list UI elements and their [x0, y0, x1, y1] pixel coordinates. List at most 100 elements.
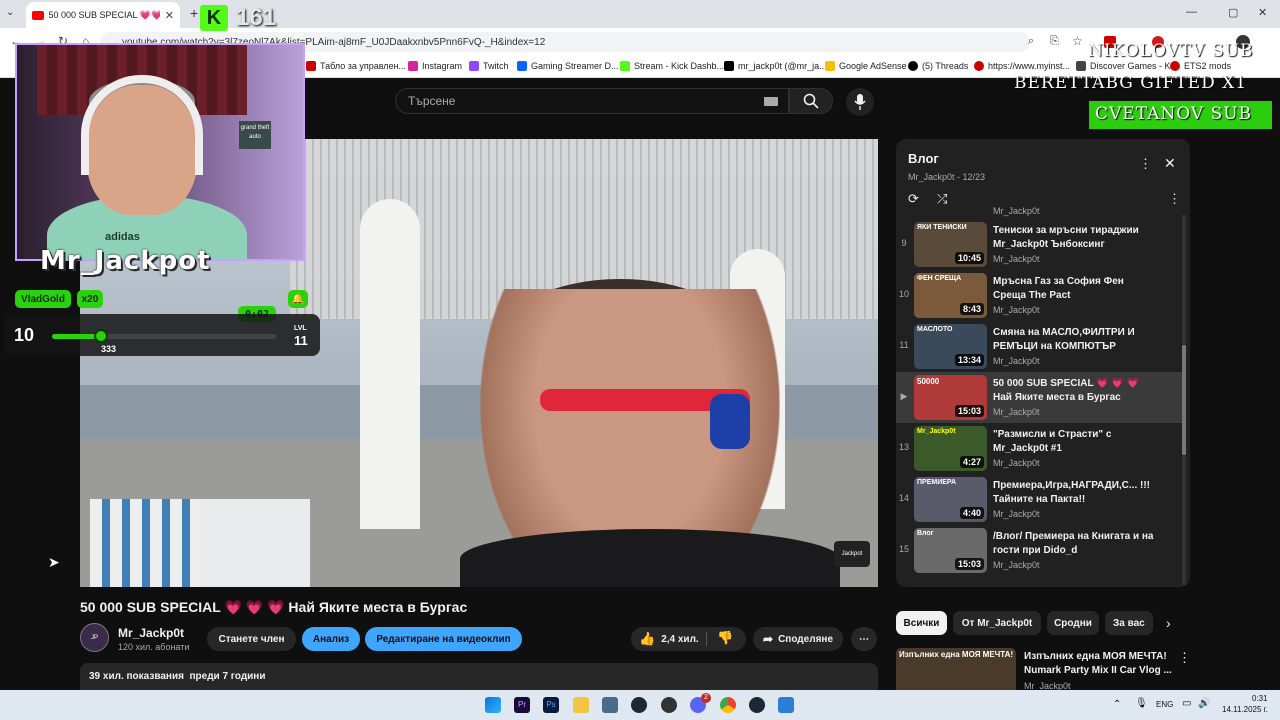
playlist-item-title[interactable]: /Влог/ Премиера на Книгата и на гости пр… — [993, 530, 1158, 558]
zoom-icon[interactable]: ⌕ — [1028, 35, 1034, 48]
playlist-item[interactable]: 13 Mr_Jackp0t 4:27 "Размисли и Страсти" с… — [896, 423, 1182, 474]
playlist-item-thumbnail[interactable]: Mr_Jackp0t 4:27 — [914, 426, 987, 471]
bookmark-star-icon[interactable]: ☆ — [1072, 34, 1083, 48]
analytics-button[interactable]: Анализ — [302, 627, 360, 651]
browser-tab[interactable]: 50 000 SUB SPECIAL 💗💗(🔊 ✕ — [26, 2, 180, 28]
alert-line-2: BERETTABG GIFTED X1 — [1014, 73, 1248, 93]
playlist-item-thumbnail[interactable]: Влог 15:03 — [914, 528, 987, 573]
photoshop-icon[interactable]: Ps — [543, 697, 559, 713]
loop-icon[interactable]: ⟳ — [908, 191, 919, 207]
minimize-window-button[interactable]: — — [1186, 6, 1197, 18]
bookmark-item[interactable]: Gaming Streamer D... — [517, 61, 619, 71]
channel-watermark[interactable]: Jackpot — [834, 541, 870, 567]
playlist-item-thumbnail[interactable]: ПРЕМИЕРА 4:40 — [914, 477, 987, 522]
tiktok-icon — [724, 61, 734, 71]
recommended-thumbnail[interactable]: Изпълних една МОЯ МЕЧТА! — [896, 648, 1016, 690]
calculator-icon[interactable] — [602, 697, 618, 713]
thumbnail-text: Mr_Jackp0t — [917, 428, 956, 435]
clock-date[interactable]: 14.11.2025 г. — [1222, 705, 1268, 714]
language-indicator[interactable]: ENG — [1156, 700, 1173, 709]
chip-all[interactable]: Всички — [896, 611, 947, 635]
dislike-icon[interactable]: 👎 — [717, 630, 733, 646]
more-actions-icon[interactable]: ⋯ — [851, 627, 877, 651]
clock-time[interactable]: 0:31 — [1252, 694, 1268, 703]
channel-avatar[interactable]: JP — [80, 623, 109, 652]
playlist-item-thumbnail[interactable]: ФЕН СРЕЩА 8:43 — [914, 273, 987, 318]
playlist-options-icon[interactable]: ⋮ — [1168, 191, 1181, 207]
voice-search-button[interactable] — [846, 88, 874, 116]
like-count[interactable]: 2,4 хил. — [661, 634, 699, 645]
playlist-scrollbar[interactable] — [1182, 215, 1186, 585]
close-tab-icon[interactable]: ✕ — [165, 9, 174, 22]
maximize-window-button[interactable]: ▢ — [1228, 6, 1238, 19]
chrome-icon[interactable] — [720, 697, 736, 713]
bookmark-item[interactable]: mr_jackp0t (@mr_ja... — [724, 61, 827, 71]
search-button[interactable] — [789, 88, 833, 114]
playlist-item-current[interactable]: ▶ 50000 15:03 50 000 SUB SPECIAL 💗 💗 💗 На… — [896, 372, 1182, 423]
playlist-item-title[interactable]: Премиера,Игра,НАГРАДИ,С... !!! Тайните н… — [993, 479, 1158, 507]
edit-video-button[interactable]: Редактиране на видеоклип — [365, 627, 522, 651]
channel-name[interactable]: Mr_Jackp0t — [118, 626, 184, 640]
tab-search-icon[interactable]: ⌄ — [6, 7, 14, 18]
chip-related[interactable]: Сродни — [1047, 611, 1099, 635]
volume-icon[interactable]: 🔊 — [1198, 698, 1210, 709]
youtube-favicon-icon — [32, 10, 44, 20]
playlist-item-title[interactable]: Мръсна Газ за София Фен Среща The Pact — [993, 275, 1158, 303]
steam-alt-icon[interactable] — [749, 697, 765, 713]
bookmark-item[interactable]: ETS2 mods — [1170, 61, 1231, 71]
chip-from-channel[interactable]: От Mr_Jackp0t — [953, 611, 1041, 635]
notepad-icon[interactable] — [778, 697, 794, 713]
playlist-item[interactable]: 10 ФЕН СРЕЩА 8:43 Мръсна Газ за София Фен… — [896, 270, 1182, 321]
close-icon[interactable]: ✕ — [1164, 155, 1176, 172]
current-level: 10 — [14, 325, 35, 345]
network-icon[interactable]: ▭ — [1182, 698, 1191, 709]
bookmark-item[interactable]: https://www.myinst... — [974, 61, 1070, 71]
playlist-item-thumbnail[interactable]: 50000 15:03 — [914, 375, 987, 420]
recommended-more-icon[interactable]: ⋮ — [1178, 650, 1191, 666]
premiere-icon[interactable]: Pr — [514, 697, 530, 713]
bookmark-item[interactable]: Instagram — [408, 61, 462, 71]
playlist-item-thumbnail[interactable]: МАСЛОТО 13:34 — [914, 324, 987, 369]
playlist-item[interactable]: 9 ЯКИ ТЕНИСКИ 10:45 Тениски за мръсни тир… — [896, 219, 1182, 270]
new-tab-button[interactable]: + — [190, 5, 198, 21]
playlist-item-title[interactable]: Смяна на МАСЛО,ФИЛТРИ И РЕМЪЦИ на КОМПЮТ… — [993, 326, 1158, 354]
playlist-item[interactable]: 14 ПРЕМИЕРА 4:40 Премиера,Игра,НАГРАДИ,С.… — [896, 474, 1182, 525]
cast-icon[interactable]: ⎘ — [1050, 35, 1059, 48]
tray-overflow-icon[interactable]: ⌃ — [1113, 699, 1121, 710]
obs-icon[interactable] — [661, 697, 677, 713]
playlist-item-title[interactable]: 50 000 SUB SPECIAL 💗 💗 💗 Най Яките места… — [993, 377, 1158, 405]
next-level: 11 — [294, 333, 308, 348]
bookmark-label: ETS2 mods — [1184, 61, 1232, 71]
like-icon[interactable]: 👍 — [639, 631, 655, 647]
playlist-item[interactable]: 11 МАСЛОТО 13:34 Смяна на МАСЛО,ФИЛТРИ И … — [896, 321, 1182, 372]
keyboard-icon[interactable] — [764, 97, 778, 106]
bookmark-item[interactable]: Twitch — [469, 61, 509, 71]
windows-start-icon[interactable] — [485, 697, 501, 713]
playlist-more-icon[interactable]: ⋮ — [1139, 156, 1152, 172]
share-button[interactable]: ➦ Споделяне — [753, 627, 843, 651]
video-description[interactable]: 39 хил. показвания преди 7 години — [80, 663, 878, 690]
bookmark-item[interactable]: Discover Games - K... — [1076, 61, 1178, 71]
bookmark-item[interactable]: Stream - Kick Dashb... — [620, 61, 724, 71]
bookmark-item[interactable]: Google AdSense — [825, 61, 907, 71]
bookmark-item[interactable]: Табло за управлен... — [306, 61, 406, 71]
video-scene-shirt — [460, 529, 840, 587]
playlist-item-title[interactable]: Тениски за мръсни тираджии Mr_Jackp0t Ън… — [993, 224, 1158, 252]
microphone-tray-icon[interactable]: 🎙 — [1135, 698, 1148, 709]
join-button[interactable]: Станете член — [207, 627, 296, 651]
shuffle-icon[interactable]: ⤮ — [937, 191, 947, 207]
playlist-item[interactable]: 15 Влог 15:03 /Влог/ Премиера на Книгата … — [896, 525, 1182, 576]
close-window-button[interactable]: ✕ — [1258, 6, 1267, 19]
recommended-title[interactable]: Изпълних една МОЯ МЕЧТА! Numark Party Mi… — [1024, 650, 1172, 678]
playlist-item-title[interactable]: "Размисли и Страсти" с Mr_Jackp0t #1 — [993, 428, 1158, 456]
file-explorer-icon[interactable] — [573, 697, 589, 713]
bookmark-label: Twitch — [483, 61, 509, 71]
bookmark-item[interactable]: (5) Threads — [908, 61, 968, 71]
chip-for-you[interactable]: За вас — [1105, 611, 1153, 635]
mouse-cursor-icon: ➤ — [48, 554, 60, 570]
steam-icon[interactable] — [631, 697, 647, 713]
search-input[interactable]: Търсене — [395, 88, 789, 114]
playlist-item-thumbnail[interactable]: ЯКИ ТЕНИСКИ 10:45 — [914, 222, 987, 267]
chips-next-icon[interactable]: › — [1166, 615, 1171, 631]
playlist-title[interactable]: Влог — [908, 151, 939, 166]
